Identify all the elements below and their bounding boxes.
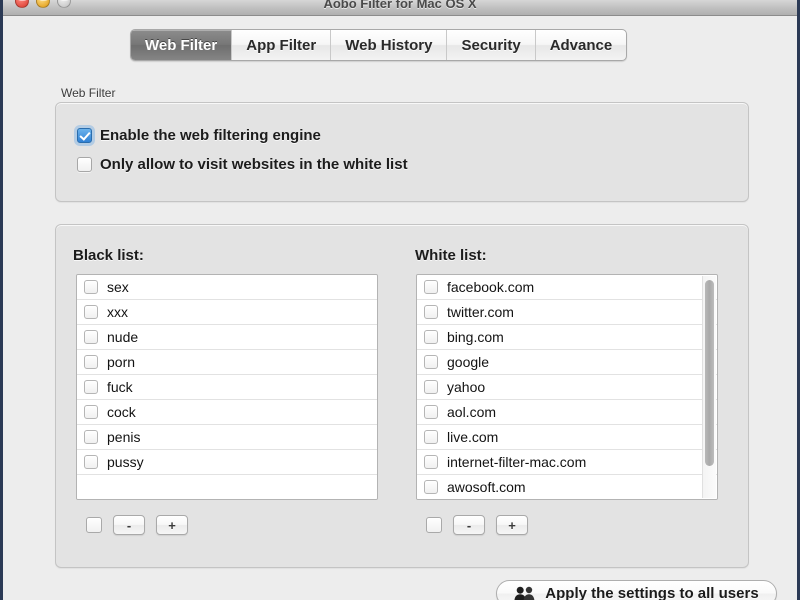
list-item[interactable]: awosoft.com [417,475,717,499]
list-item-label: bing.com [447,329,504,345]
users-icon [514,586,535,600]
list-item-checkbox[interactable] [84,330,98,344]
tab-app-filter[interactable]: App Filter [231,30,330,60]
option-enable-web-filtering[interactable]: Enable the web filtering engine [77,127,321,144]
white-list-rows: facebook.com twitter.com bing.com google yah… [417,275,717,499]
list-item-label: twitter.com [447,304,514,320]
list-item-label: fuck [107,379,133,395]
list-item[interactable]: pussy [77,450,377,475]
list-item-label: porn [107,354,136,370]
option-whitelist-only[interactable]: Only allow to visit websites in the whit… [77,156,408,173]
list-item-checkbox[interactable] [424,405,438,419]
list-item[interactable]: aol.com [417,400,717,425]
list-item-label: awosoft.com [447,479,526,495]
list-item[interactable]: cock [77,400,377,425]
list-item-empty[interactable] [77,475,377,499]
list-item-label: live.com [447,429,499,445]
white-list-scrollbar[interactable] [702,276,716,498]
list-item-label: facebook.com [447,279,535,295]
list-item[interactable]: sex [77,275,377,300]
list-item-label: aol.com [447,404,497,420]
list-item[interactable]: porn [77,350,377,375]
tab-bar: Web Filter App Filter Web History Securi… [130,29,628,61]
web-filter-group-label: Web Filter [61,86,116,100]
option-enable-web-filtering-label: Enable the web filtering engine [100,127,321,144]
list-item-label: internet-filter-mac.com [447,454,587,470]
list-item-checkbox[interactable] [424,430,438,444]
list-item-label: penis [107,429,141,445]
window-body: Web Filter App Filter Web History Securi… [3,16,797,600]
tab-web-history[interactable]: Web History [330,30,446,60]
list-item[interactable]: nude [77,325,377,350]
black-list-select-all-checkbox[interactable] [86,517,102,533]
web-filter-group: Enable the web filtering engine Only all… [55,102,749,202]
option-whitelist-only-label: Only allow to visit websites in the whit… [100,156,408,173]
list-item-label: google [447,354,490,370]
list-item[interactable]: twitter.com [417,300,717,325]
list-item[interactable]: bing.com [417,325,717,350]
white-list-title: White list: [415,247,487,264]
list-item-checkbox[interactable] [84,355,98,369]
list-item[interactable]: google [417,350,717,375]
black-list-toolbar: - + [86,515,188,535]
white-list-box[interactable]: facebook.com twitter.com bing.com google yah… [416,274,718,500]
list-item[interactable]: live.com [417,425,717,450]
white-list-add-button[interactable]: + [496,515,528,535]
checkbox-enable-web-filtering[interactable] [77,128,92,143]
list-item-label: cock [107,404,136,420]
black-list-add-button[interactable]: + [156,515,188,535]
list-item-checkbox[interactable] [84,405,98,419]
white-list-toolbar: - + [426,515,528,535]
checkbox-whitelist-only[interactable] [77,157,92,172]
lists-group: Black list: sex xxx nude porn fuck cock penis p… [55,224,749,568]
tab-advance[interactable]: Advance [534,30,627,60]
list-item-checkbox[interactable] [424,455,438,469]
list-item-label: yahoo [447,379,486,395]
list-item-checkbox[interactable] [424,305,438,319]
list-item-checkbox[interactable] [424,380,438,394]
tab-security[interactable]: Security [446,30,534,60]
black-list-title: Black list: [73,247,144,264]
list-item[interactable]: fuck [77,375,377,400]
black-list-box[interactable]: sex xxx nude porn fuck cock penis pussy [76,274,378,500]
list-item[interactable]: yahoo [417,375,717,400]
window-titlebar: Aobo Filter for Mac OS X [3,0,797,16]
apply-settings-label: Apply the settings to all users [545,585,759,600]
black-list-remove-button[interactable]: - [113,515,145,535]
list-item[interactable]: facebook.com [417,275,717,300]
tab-web-filter[interactable]: Web Filter [131,30,232,60]
window-title: Aobo Filter for Mac OS X [323,0,477,11]
white-list-select-all-checkbox[interactable] [426,517,442,533]
black-list-rows: sex xxx nude porn fuck cock penis pussy [77,275,377,499]
white-list-remove-button[interactable]: - [453,515,485,535]
list-item-checkbox[interactable] [84,430,98,444]
apply-settings-to-all-users-button[interactable]: Apply the settings to all users [496,580,777,600]
list-item[interactable]: internet-filter-mac.com [417,450,717,475]
list-item-label: xxx [107,304,128,320]
list-item-checkbox[interactable] [84,380,98,394]
list-item-checkbox[interactable] [424,280,438,294]
list-item-checkbox[interactable] [424,480,438,494]
list-item[interactable]: penis [77,425,377,450]
app-window: Aobo Filter for Mac OS X Web Filter App … [0,0,800,600]
list-item[interactable]: xxx [77,300,377,325]
white-list-scroll-thumb[interactable] [705,280,714,467]
list-item-checkbox[interactable] [424,330,438,344]
list-item-checkbox[interactable] [424,355,438,369]
list-item-checkbox[interactable] [84,305,98,319]
list-item-checkbox[interactable] [84,280,98,294]
list-item-label: sex [107,279,129,295]
list-item-checkbox[interactable] [84,455,98,469]
list-item-label: pussy [107,454,144,470]
list-item-label: nude [107,329,139,345]
